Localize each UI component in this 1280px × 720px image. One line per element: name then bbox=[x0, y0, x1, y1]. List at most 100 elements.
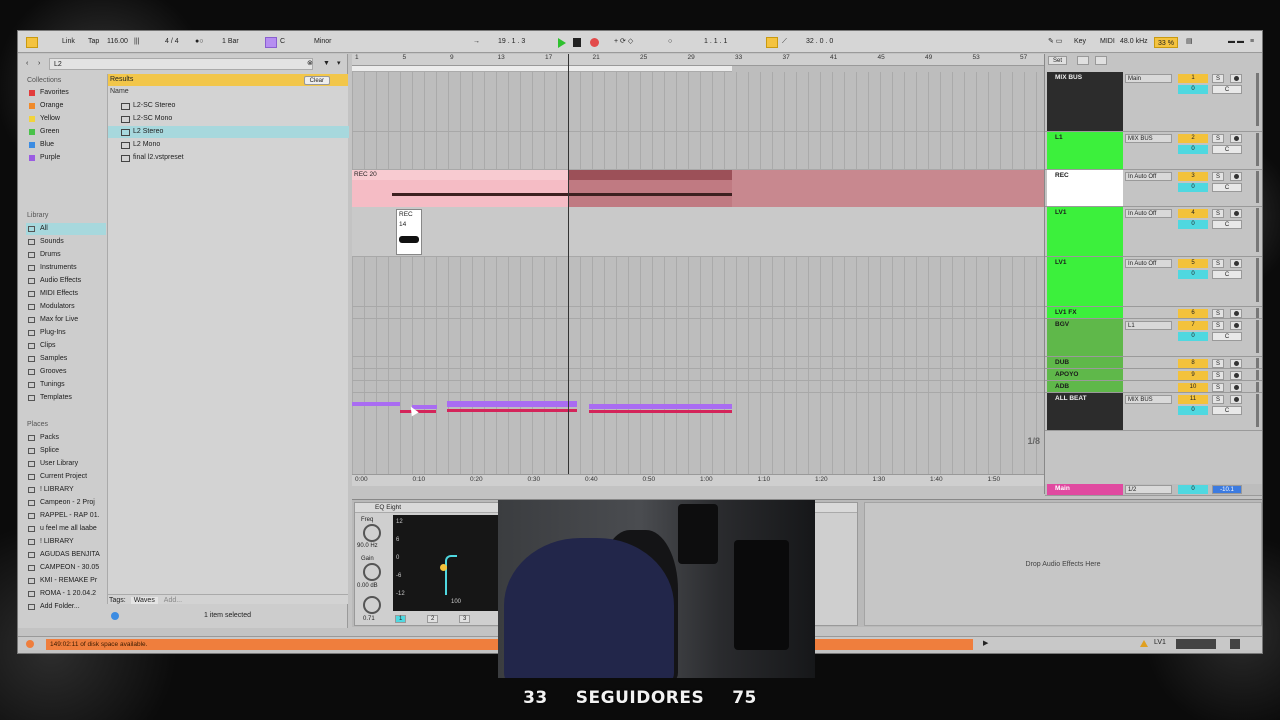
tempo-field[interactable]: 116.00 bbox=[107, 37, 128, 47]
track-activator[interactable]: 7 bbox=[1178, 321, 1208, 330]
lane-rec-background[interactable] bbox=[732, 170, 1044, 207]
track-routing[interactable]: In Auto Off bbox=[1125, 209, 1172, 218]
midi-map-button[interactable]: MIDI bbox=[1100, 37, 1115, 47]
bar-ruler[interactable]: 1 5 9 13 17 21 25 29 33 37 41 45 49 53 57 bbox=[352, 54, 1044, 66]
lane-l1[interactable] bbox=[352, 132, 1044, 170]
draw-mode-icon[interactable]: ✎ ▭ bbox=[1048, 37, 1062, 47]
clip-rec14[interactable]: REC 14 bbox=[396, 209, 422, 255]
track-name[interactable]: MIX BUS bbox=[1047, 72, 1123, 131]
scale-select[interactable]: Minor bbox=[314, 37, 332, 47]
track-routing[interactable]: In Auto Off bbox=[1125, 172, 1172, 181]
track-name[interactable]: BGV bbox=[1047, 319, 1123, 356]
track-pan[interactable]: C bbox=[1212, 145, 1242, 154]
place-item[interactable]: CAMPEON - 30.05 bbox=[26, 562, 106, 574]
place-item[interactable]: Campeon - 2 Proj bbox=[26, 497, 106, 509]
forward-icon[interactable]: › bbox=[38, 59, 40, 69]
result-item[interactable]: L2 Mono bbox=[108, 139, 349, 151]
track-volume[interactable]: 0 bbox=[1178, 145, 1208, 154]
mixer-track-row[interactable]: MIX BUS Main 1 S 0 C bbox=[1045, 72, 1262, 132]
key-select[interactable]: C bbox=[280, 37, 285, 47]
arm-icon[interactable] bbox=[1230, 395, 1242, 404]
library-item[interactable]: Plug-Ins bbox=[26, 327, 106, 339]
place-item[interactable]: ROMA - 1 20.04.2 bbox=[26, 588, 106, 600]
solo-button[interactable]: S bbox=[1212, 172, 1224, 181]
place-item[interactable]: Packs bbox=[26, 432, 106, 444]
track-routing[interactable]: Main bbox=[1125, 74, 1172, 83]
metronome-bars-icon[interactable]: ||| bbox=[134, 37, 139, 47]
mixer-track-row[interactable]: BGV L1 7 S 0 C bbox=[1045, 319, 1262, 357]
library-item[interactable]: Audio Effects bbox=[26, 275, 106, 287]
place-item[interactable]: u feel me all laabe bbox=[26, 523, 106, 535]
track-activator[interactable]: 3 bbox=[1178, 172, 1208, 181]
place-item[interactable]: RAPPEL - RAP 01. bbox=[26, 510, 106, 522]
arm-icon[interactable] bbox=[1230, 209, 1242, 218]
time-signature[interactable]: 4 / 4 bbox=[165, 37, 179, 47]
place-item[interactable]: Splice bbox=[26, 445, 106, 457]
quantize-select[interactable]: 1 Bar bbox=[222, 37, 239, 47]
collection-item[interactable]: Favorites bbox=[26, 87, 106, 99]
search-input[interactable]: L2 bbox=[49, 58, 313, 70]
midi-clip-d[interactable] bbox=[447, 401, 577, 407]
mixer-track-row[interactable]: APOYO 9 S bbox=[1045, 369, 1262, 381]
q-knob[interactable] bbox=[363, 596, 381, 614]
place-item[interactable]: AGUDAS BENJITA bbox=[26, 549, 106, 561]
stop-icon[interactable] bbox=[573, 38, 581, 47]
place-item[interactable]: User Library bbox=[26, 458, 106, 470]
track-volume[interactable]: 0 bbox=[1178, 332, 1208, 341]
lane-lv1-b[interactable] bbox=[352, 257, 1044, 307]
clip-rec20[interactable]: REC 20 bbox=[352, 170, 568, 207]
library-item[interactable]: Templates bbox=[26, 392, 106, 404]
loop-switch-icon[interactable] bbox=[766, 37, 778, 48]
result-item[interactable]: final l2.vstpreset bbox=[108, 152, 349, 164]
filter-icon[interactable]: ▼ bbox=[323, 59, 330, 69]
track-name[interactable]: LV1 bbox=[1047, 257, 1123, 306]
midi-clip-f[interactable] bbox=[589, 404, 732, 409]
main-db[interactable]: -10.1 bbox=[1212, 485, 1242, 494]
track-pan[interactable]: C bbox=[1212, 220, 1242, 229]
main-volume[interactable]: 0 bbox=[1178, 485, 1208, 494]
track-name[interactable]: APOYO bbox=[1047, 369, 1123, 380]
lane-lv1-fx[interactable] bbox=[352, 307, 1044, 319]
track-pan[interactable]: C bbox=[1212, 183, 1242, 192]
gain-knob[interactable] bbox=[363, 563, 381, 581]
time-ruler[interactable]: 0:00 0:10 0:20 0:30 0:40 0:50 1:00 1:10 1:20 1:30… bbox=[352, 474, 1044, 486]
tap-button[interactable]: Tap bbox=[88, 37, 99, 47]
status-play-icon[interactable]: ▶ bbox=[983, 639, 993, 649]
track-activator[interactable]: 1 bbox=[1178, 74, 1208, 83]
arm-icon[interactable] bbox=[1230, 74, 1242, 83]
info-icon[interactable] bbox=[111, 612, 119, 620]
midi-clip-e[interactable] bbox=[447, 409, 577, 412]
loop-start-field[interactable]: 1 . 1 . 1 bbox=[704, 37, 727, 47]
track-name[interactable]: LV1 bbox=[1047, 207, 1123, 256]
track-pan[interactable]: C bbox=[1212, 270, 1242, 279]
track-volume[interactable]: 0 bbox=[1178, 183, 1208, 192]
solo-button[interactable]: S bbox=[1212, 309, 1224, 318]
midi-clip-g[interactable] bbox=[589, 410, 732, 413]
solo-button[interactable]: S bbox=[1212, 371, 1224, 380]
track-name[interactable]: L1 bbox=[1047, 132, 1123, 169]
lane-mix-bus[interactable] bbox=[352, 72, 1044, 132]
arm-icon[interactable] bbox=[1230, 134, 1242, 143]
name-column-header[interactable]: Name bbox=[110, 88, 129, 95]
tag-chip[interactable]: Waves bbox=[130, 597, 158, 604]
key-map-button[interactable]: Key bbox=[1074, 37, 1086, 47]
track-activator[interactable]: 6 bbox=[1178, 309, 1208, 318]
track-activator[interactable]: 5 bbox=[1178, 259, 1208, 268]
place-item[interactable]: Add Folder... bbox=[26, 601, 106, 613]
library-item[interactable]: Instruments bbox=[26, 262, 106, 274]
link-button[interactable]: Link bbox=[62, 37, 75, 47]
library-item[interactable]: All bbox=[26, 223, 106, 235]
library-item[interactable]: MIDI Effects bbox=[26, 288, 106, 300]
library-item[interactable]: Clips bbox=[26, 340, 106, 352]
mixer-track-row[interactable]: LV1 FX 6 S bbox=[1045, 307, 1262, 319]
expand-icon[interactable] bbox=[1077, 56, 1089, 65]
eq-band-button[interactable]: 2 bbox=[427, 615, 439, 623]
mixer-track-row[interactable]: ALL BEAT MIX BUS 11 S 0 C bbox=[1045, 393, 1262, 431]
track-routing[interactable]: MIX BUS bbox=[1125, 395, 1172, 404]
arm-icon[interactable] bbox=[1230, 371, 1242, 380]
loop-length-field[interactable]: 32 . 0 . 0 bbox=[806, 37, 833, 47]
clear-button[interactable]: Clear bbox=[303, 76, 330, 85]
track-name[interactable]: REC bbox=[1047, 170, 1123, 206]
track-name[interactable]: DUB bbox=[1047, 357, 1123, 368]
library-item[interactable]: Grooves bbox=[26, 366, 106, 378]
